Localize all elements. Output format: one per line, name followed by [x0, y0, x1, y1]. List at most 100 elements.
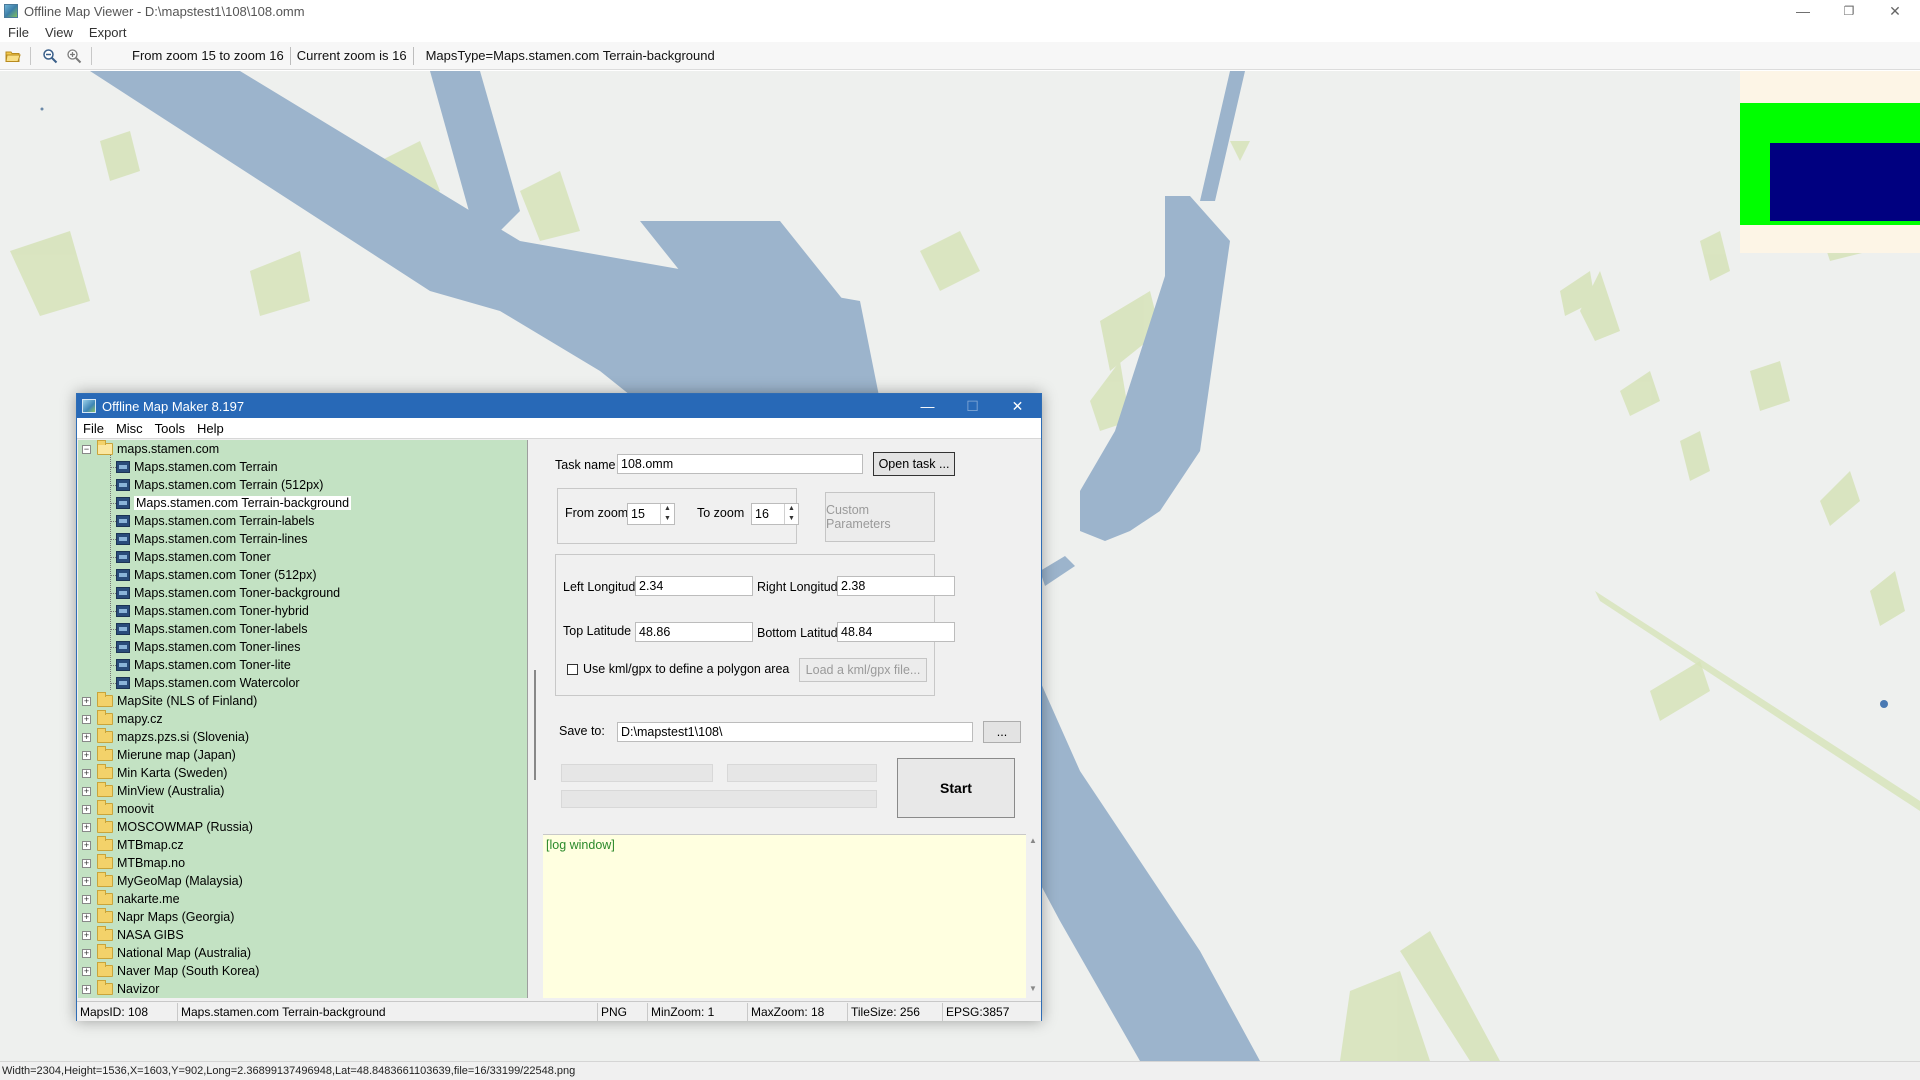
tree-node-map-source[interactable]: Maps.stamen.com Toner-background — [110, 584, 340, 602]
expand-icon[interactable]: + — [82, 696, 91, 706]
dialog-minimize-button[interactable]: — — [905, 394, 950, 418]
expand-icon[interactable]: + — [82, 732, 91, 742]
log-scrollbar[interactable]: ▲ ▼ — [1026, 834, 1040, 998]
menu-export[interactable]: Export — [81, 25, 135, 40]
restore-button[interactable]: ❐ — [1826, 0, 1872, 22]
log-window[interactable]: [log window] — [543, 834, 1026, 998]
right-longitude-input[interactable] — [837, 576, 955, 596]
menu-view[interactable]: View — [37, 25, 81, 40]
status-maps-name: Maps.stamen.com Terrain-background — [178, 1002, 598, 1021]
tree-node-folder[interactable]: + MapSite (NLS of Finland) — [82, 692, 257, 710]
tree-node-folder[interactable]: + MOSCOWMAP (Russia) — [82, 818, 253, 836]
dialog-close-button[interactable]: ✕ — [995, 394, 1040, 418]
dialog-menu-tools[interactable]: Tools — [149, 421, 191, 436]
tree-node-folder[interactable]: + MyGeoMap (Malaysia) — [82, 872, 243, 890]
tree-node-map-source[interactable]: Maps.stamen.com Terrain-background — [110, 494, 352, 512]
tree-node-map-source[interactable]: Maps.stamen.com Terrain-labels — [110, 512, 314, 530]
expand-icon[interactable]: + — [82, 858, 91, 868]
load-kml-button[interactable]: Load a kml/gpx file... — [799, 658, 927, 682]
tree-node-folder[interactable]: + Napr Maps (Georgia) — [82, 908, 234, 926]
tree-node-map-source[interactable]: Maps.stamen.com Terrain — [110, 458, 278, 476]
zoom-in-icon[interactable] — [63, 45, 85, 67]
menu-file[interactable]: File — [0, 25, 37, 40]
task-name-input[interactable] — [617, 454, 863, 474]
expand-icon[interactable]: + — [82, 912, 91, 922]
map-layer-icon — [116, 551, 130, 563]
tree-node-folder[interactable]: + Navizor — [82, 980, 159, 998]
open-folder-icon[interactable] — [2, 45, 24, 67]
map-layer-icon — [116, 605, 130, 617]
tree-node-folder[interactable]: + Naver Map (South Korea) — [82, 962, 259, 980]
collapse-icon[interactable]: − — [82, 444, 91, 454]
expand-icon[interactable]: + — [82, 876, 91, 886]
tree-node-map-source[interactable]: Maps.stamen.com Watercolor — [110, 674, 300, 692]
expand-icon[interactable]: + — [82, 894, 91, 904]
dialog-menubar: File Misc Tools Help — [77, 418, 1041, 439]
expand-icon[interactable]: + — [82, 930, 91, 940]
dialog-menu-help[interactable]: Help — [191, 421, 230, 436]
tree-node-map-source[interactable]: Maps.stamen.com Toner-labels — [110, 620, 307, 638]
custom-parameters-button[interactable]: Custom Parameters — [825, 492, 935, 542]
tree-node-folder[interactable]: + Min Karta (Sweden) — [82, 764, 227, 782]
dialog-menu-file[interactable]: File — [77, 421, 110, 436]
tree-node-root[interactable]: − maps.stamen.com — [82, 440, 219, 458]
expand-icon[interactable]: + — [82, 768, 91, 778]
expand-icon[interactable]: + — [82, 948, 91, 958]
current-zoom-text: Current zoom is 16 — [296, 48, 407, 63]
folder-icon — [97, 908, 113, 923]
tree-node-folder[interactable]: + nakarte.me — [82, 890, 180, 908]
close-button[interactable]: ✕ — [1872, 0, 1918, 22]
scroll-down-icon[interactable]: ▼ — [1029, 984, 1037, 993]
folder-icon — [97, 800, 113, 815]
expand-icon[interactable]: + — [82, 786, 91, 796]
kml-checkbox[interactable] — [567, 664, 578, 675]
to-zoom-spinner[interactable]: 16 ▲ ▼ — [751, 503, 799, 525]
open-task-button[interactable]: Open task ... — [873, 452, 955, 476]
expand-icon[interactable]: + — [82, 984, 91, 994]
tree-node-map-source[interactable]: Maps.stamen.com Terrain (512px) — [110, 476, 323, 494]
expand-icon[interactable]: + — [82, 966, 91, 976]
tree-node-folder[interactable]: + mapzs.pzs.si (Slovenia) — [82, 728, 249, 746]
folder-icon — [97, 944, 113, 959]
save-to-input[interactable] — [617, 722, 973, 742]
expand-icon[interactable]: + — [82, 714, 91, 724]
tree-node-folder[interactable]: + mapy.cz — [82, 710, 163, 728]
start-button[interactable]: Start — [897, 758, 1015, 818]
tree-node-map-source[interactable]: Maps.stamen.com Toner-lines — [110, 638, 301, 656]
tree-node-folder[interactable]: + NASA GIBS — [82, 926, 184, 944]
tree-scrollbar[interactable] — [528, 440, 542, 998]
offline-map-maker-dialog: Offline Map Maker 8.197 — ☐ ✕ File Misc … — [76, 393, 1042, 1021]
scroll-up-icon[interactable]: ▲ — [1029, 836, 1037, 845]
tree-node-folder[interactable]: + MTBmap.no — [82, 854, 185, 872]
tree-node-map-source[interactable]: Maps.stamen.com Toner (512px) — [110, 566, 317, 584]
expand-icon[interactable]: + — [82, 804, 91, 814]
left-longitude-input[interactable] — [635, 576, 753, 596]
tree-node-map-source[interactable]: Maps.stamen.com Toner-hybrid — [110, 602, 309, 620]
map-source-tree[interactable]: − maps.stamen.com Maps.stamen.com Terrai… — [78, 440, 528, 998]
dialog-maximize-button[interactable]: ☐ — [950, 394, 995, 418]
map-layer-icon — [116, 677, 130, 689]
tree-node-folder[interactable]: + moovit — [82, 800, 154, 818]
expand-icon[interactable]: + — [82, 840, 91, 850]
top-latitude-input[interactable] — [635, 622, 753, 642]
minimize-button[interactable]: — — [1780, 0, 1826, 22]
spinner-arrows-icon[interactable]: ▲ ▼ — [660, 504, 674, 524]
tree-node-folder[interactable]: + MTBmap.cz — [82, 836, 184, 854]
bottom-latitude-input[interactable] — [837, 622, 955, 642]
tree-node-map-source[interactable]: Maps.stamen.com Toner-lite — [110, 656, 291, 674]
status-tile-size: TileSize: 256 — [848, 1002, 943, 1021]
tree-node-map-source[interactable]: Maps.stamen.com Toner — [110, 548, 271, 566]
tree-node-map-source[interactable]: Maps.stamen.com Terrain-lines — [110, 530, 307, 548]
browse-button[interactable]: ... — [983, 721, 1021, 743]
tree-node-folder[interactable]: + National Map (Australia) — [82, 944, 251, 962]
expand-icon[interactable]: + — [82, 822, 91, 832]
expand-icon[interactable]: + — [82, 750, 91, 760]
folder-icon — [97, 872, 113, 887]
from-zoom-spinner[interactable]: 15 ▲ ▼ — [627, 503, 675, 525]
tree-node-folder[interactable]: + Mierune map (Japan) — [82, 746, 236, 764]
folder-icon — [97, 692, 113, 707]
dialog-menu-misc[interactable]: Misc — [110, 421, 149, 436]
zoom-out-icon[interactable] — [39, 45, 61, 67]
tree-node-folder[interactable]: + MinView (Australia) — [82, 782, 224, 800]
spinner-arrows-icon[interactable]: ▲ ▼ — [784, 504, 798, 524]
